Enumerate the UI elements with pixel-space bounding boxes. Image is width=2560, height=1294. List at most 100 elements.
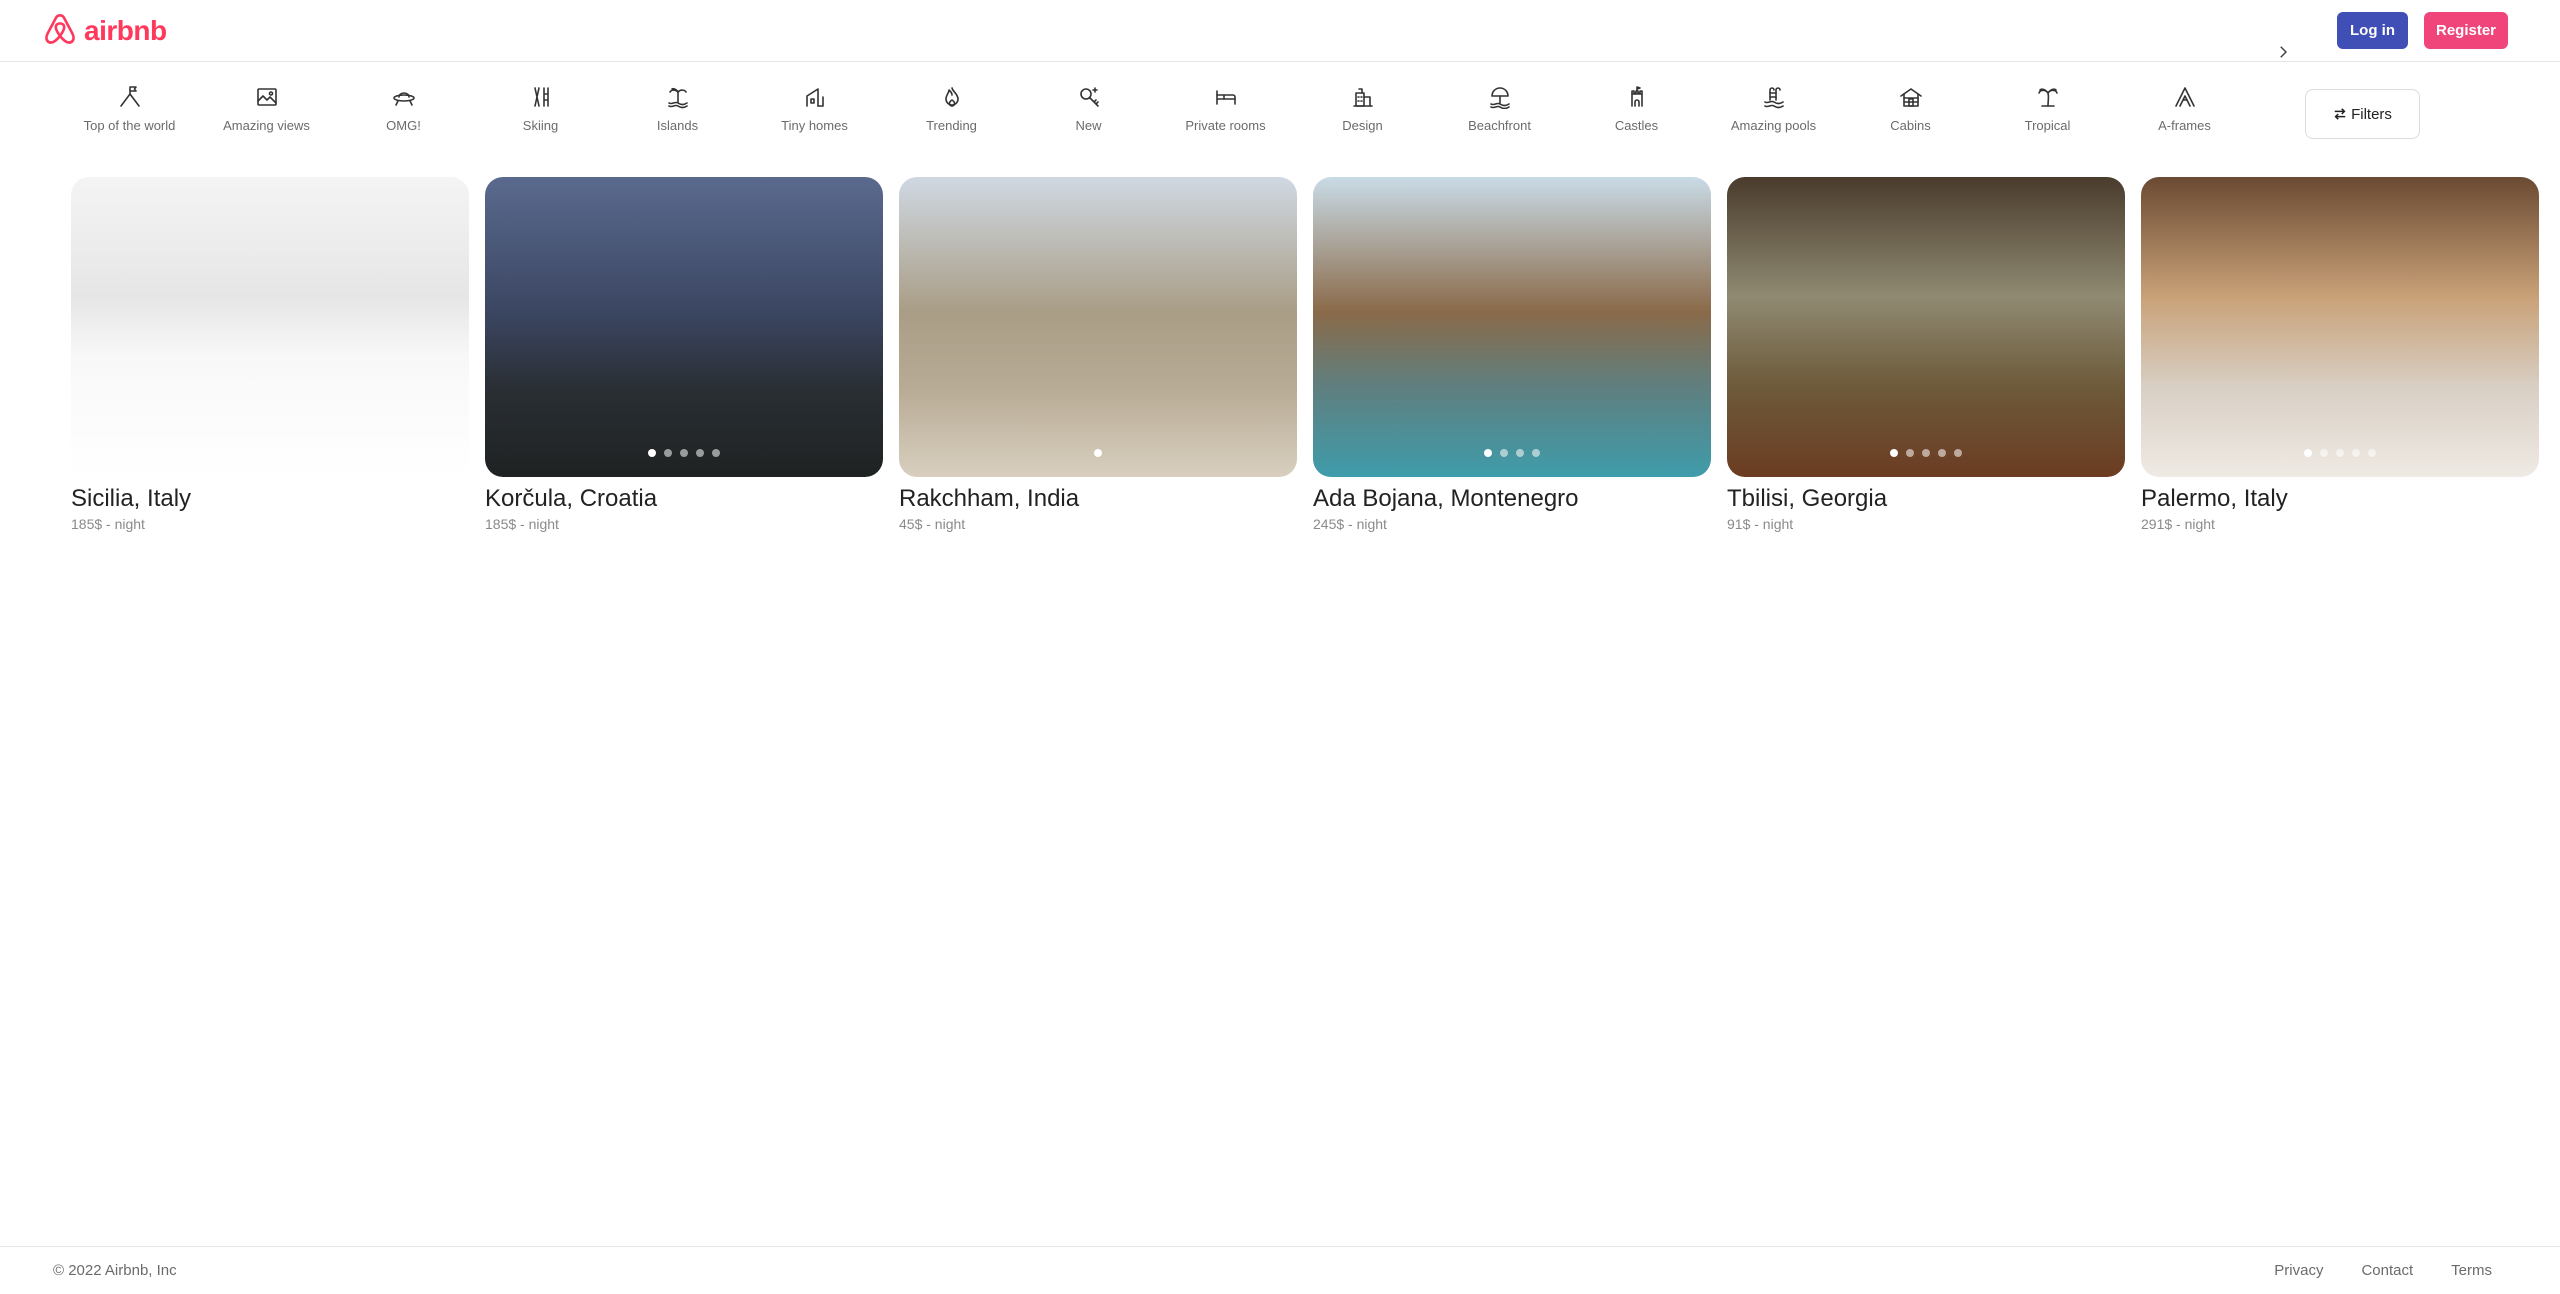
footer-link-privacy[interactable]: Privacy: [2274, 1262, 2323, 1279]
brand-logo[interactable]: airbnb: [44, 13, 167, 48]
carousel-dot[interactable]: [2320, 449, 2328, 457]
category-amazing-views[interactable]: Amazing views: [198, 84, 335, 133]
category-skiing[interactable]: Skiing: [472, 84, 609, 133]
category-label: New: [1075, 118, 1102, 133]
filters-button[interactable]: Filters: [2305, 89, 2420, 139]
register-button[interactable]: Register: [2424, 12, 2508, 49]
listing-title: Tbilisi, Georgia: [1727, 485, 1888, 512]
carousel-dot[interactable]: [1094, 449, 1102, 457]
listing-photo[interactable]: [899, 177, 1297, 477]
login-button[interactable]: Log in: [2337, 12, 2408, 49]
category-label: Islands: [656, 118, 699, 133]
carousel-dot[interactable]: [1484, 449, 1492, 457]
brand-name: airbnb: [84, 14, 167, 46]
carousel-dot[interactable]: [664, 449, 672, 457]
listings-grid: Sicilia, Italy 185$ - night Korčula, Cro…: [71, 177, 2541, 537]
listing-price: 91$ - night: [1727, 516, 1794, 532]
carousel-dot[interactable]: [680, 449, 688, 457]
carousel-dot[interactable]: [2352, 449, 2360, 457]
page-footer: © 2022 Airbnb, Inc Privacy Contact Terms: [0, 1246, 2560, 1294]
sliders-icon: [2334, 108, 2346, 120]
category-label: Amazing pools: [1730, 118, 1817, 133]
airbnb-logo-icon: [45, 13, 75, 44]
pool-ladder-icon: [1761, 84, 1787, 110]
listing-photo[interactable]: [71, 177, 469, 477]
category-label: Tropical: [2024, 118, 2071, 133]
cabin-icon: [1898, 84, 1924, 110]
design-building-icon: [1350, 84, 1376, 110]
framed-picture-icon: [254, 84, 280, 110]
listing-price: 45$ - night: [899, 516, 966, 532]
category-trending[interactable]: Trending: [883, 84, 1020, 133]
photo-dots: [899, 449, 1297, 457]
category-top-of-the-world[interactable]: Top of the world: [61, 84, 198, 133]
a-frame-icon: [2172, 84, 2198, 110]
category-design[interactable]: Design: [1294, 84, 1431, 133]
footer-link-terms[interactable]: Terms: [2451, 1262, 2492, 1279]
category-castles[interactable]: Castles: [1568, 84, 1705, 133]
category-beachfront[interactable]: Beachfront: [1431, 84, 1568, 133]
listing-photo[interactable]: [2141, 177, 2539, 477]
category-label: OMG!: [386, 118, 421, 133]
listing-title: Korčula, Croatia: [485, 485, 658, 512]
listing-card[interactable]: Sicilia, Italy 185$ - night: [71, 177, 469, 532]
listing-title: Rakchham, India: [899, 485, 1080, 512]
carousel-dot[interactable]: [2368, 449, 2376, 457]
category-private-rooms[interactable]: Private rooms: [1157, 84, 1294, 133]
carousel-dot[interactable]: [1500, 449, 1508, 457]
listing-price: 185$ - night: [485, 516, 559, 532]
skis-icon: [528, 84, 554, 110]
listing-card[interactable]: Palermo, Italy 291$ - night: [2141, 177, 2539, 532]
carousel-dot[interactable]: [712, 449, 720, 457]
category-label: A-frames: [2158, 118, 2211, 133]
category-label: Cabins: [1890, 118, 1931, 133]
listing-title: Palermo, Italy: [2141, 485, 2288, 512]
carousel-dot[interactable]: [2304, 449, 2312, 457]
carousel-dot[interactable]: [648, 449, 656, 457]
listing-price: 245$ - night: [1313, 516, 1387, 532]
listing-price: 291$ - night: [2141, 516, 2215, 532]
carousel-dot[interactable]: [1938, 449, 1946, 457]
category-label: Private rooms: [1185, 118, 1266, 133]
category-cabins[interactable]: Cabins: [1842, 84, 1979, 133]
listing-card[interactable]: Rakchham, India 45$ - night: [899, 177, 1297, 532]
carousel-dot[interactable]: [1532, 449, 1540, 457]
flame-icon: [939, 84, 965, 110]
category-label: Castles: [1614, 118, 1659, 133]
listing-card[interactable]: Korčula, Croatia 185$ - night: [485, 177, 883, 532]
category-tropical[interactable]: Tropical: [1979, 84, 2116, 133]
category-tiny-homes[interactable]: Tiny homes: [746, 84, 883, 133]
carousel-dot[interactable]: [2336, 449, 2344, 457]
listing-photo[interactable]: [485, 177, 883, 477]
listing-card[interactable]: Tbilisi, Georgia 91$ - night: [1727, 177, 2125, 532]
island-palm-icon: [665, 84, 691, 110]
palm-tree-icon: [2035, 84, 2061, 110]
listing-title: Ada Bojana, Montenegro: [1313, 485, 1579, 512]
listing-photo[interactable]: [1727, 177, 2125, 477]
carousel-dot[interactable]: [1922, 449, 1930, 457]
chevron-right-icon: [2280, 46, 2288, 58]
category-amazing-pools[interactable]: Amazing pools: [1705, 84, 1842, 133]
carousel-dot[interactable]: [1516, 449, 1524, 457]
category-omg[interactable]: OMG!: [335, 84, 472, 133]
carousel-dot[interactable]: [1954, 449, 1962, 457]
beach-umbrella-icon: [1487, 84, 1513, 110]
carousel-dot[interactable]: [1906, 449, 1914, 457]
category-label: Tiny homes: [781, 118, 848, 133]
categories-next-button[interactable]: [2271, 40, 2295, 64]
category-label: Trending: [926, 118, 977, 133]
listing-photo[interactable]: [1313, 177, 1711, 477]
category-new[interactable]: New: [1020, 84, 1157, 133]
category-label: Design: [1342, 118, 1383, 133]
carousel-dot[interactable]: [696, 449, 704, 457]
ufo-icon: [391, 84, 417, 110]
category-bar: Top of the world Amazing views OMG! Skii…: [0, 62, 2560, 166]
bed-icon: [1213, 84, 1239, 110]
carousel-dot[interactable]: [1890, 449, 1898, 457]
category-islands[interactable]: Islands: [609, 84, 746, 133]
category-label: Top of the world: [83, 118, 176, 133]
footer-link-contact[interactable]: Contact: [2361, 1262, 2413, 1279]
listing-card[interactable]: Ada Bojana, Montenegro 245$ - night: [1313, 177, 1711, 532]
category-a-frames[interactable]: A-frames: [2116, 84, 2253, 133]
filters-label: Filters: [2351, 105, 2392, 123]
